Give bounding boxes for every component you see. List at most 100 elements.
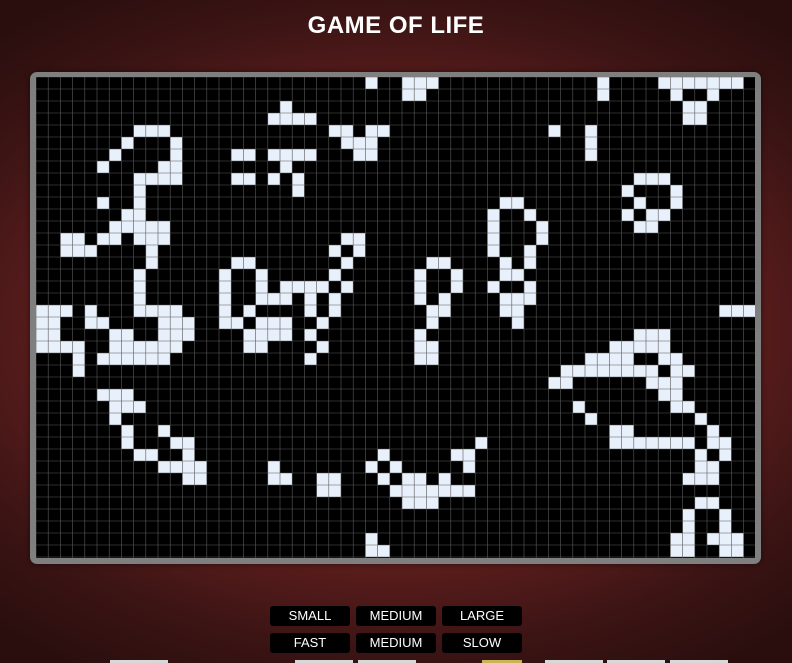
live-cell[interactable] bbox=[292, 185, 305, 197]
live-cell[interactable] bbox=[633, 173, 646, 185]
live-cell[interactable] bbox=[597, 365, 610, 377]
live-cell[interactable] bbox=[243, 329, 256, 341]
live-cell[interactable] bbox=[633, 341, 646, 353]
live-cell[interactable] bbox=[585, 149, 598, 161]
live-cell[interactable] bbox=[511, 305, 524, 317]
live-cell[interactable] bbox=[255, 293, 268, 305]
live-cell[interactable] bbox=[707, 497, 720, 509]
live-cell[interactable] bbox=[84, 305, 97, 317]
live-cell[interactable] bbox=[170, 305, 183, 317]
live-cell[interactable] bbox=[682, 113, 695, 125]
live-cell[interactable] bbox=[389, 461, 402, 473]
live-cell[interactable] bbox=[255, 329, 268, 341]
live-cell[interactable] bbox=[145, 449, 158, 461]
live-cell[interactable] bbox=[292, 173, 305, 185]
live-cell[interactable] bbox=[280, 149, 293, 161]
live-cell[interactable] bbox=[597, 77, 610, 89]
live-cell[interactable] bbox=[231, 257, 244, 269]
live-cell[interactable] bbox=[707, 473, 720, 485]
live-cell[interactable] bbox=[682, 509, 695, 521]
live-cell[interactable] bbox=[365, 461, 378, 473]
live-cell[interactable] bbox=[377, 473, 390, 485]
live-cell[interactable] bbox=[646, 437, 659, 449]
live-cell[interactable] bbox=[670, 197, 683, 209]
live-cell[interactable] bbox=[133, 173, 146, 185]
live-cell[interactable] bbox=[170, 341, 183, 353]
live-cell[interactable] bbox=[414, 269, 427, 281]
live-cell[interactable] bbox=[304, 305, 317, 317]
live-cell[interactable] bbox=[646, 365, 659, 377]
live-cell[interactable] bbox=[182, 317, 195, 329]
live-cell[interactable] bbox=[158, 173, 171, 185]
live-cell[interactable] bbox=[609, 425, 622, 437]
live-cell[interactable] bbox=[158, 317, 171, 329]
live-cell[interactable] bbox=[621, 425, 634, 437]
live-cell[interactable] bbox=[621, 185, 634, 197]
live-cell[interactable] bbox=[646, 377, 659, 389]
live-cell[interactable] bbox=[72, 353, 85, 365]
live-cell[interactable] bbox=[48, 341, 61, 353]
live-cell[interactable] bbox=[633, 437, 646, 449]
live-cell[interactable] bbox=[670, 77, 683, 89]
live-cell[interactable] bbox=[36, 305, 49, 317]
live-cell[interactable] bbox=[743, 305, 755, 317]
live-cell[interactable] bbox=[487, 245, 500, 257]
live-cell[interactable] bbox=[524, 245, 537, 257]
live-cell[interactable] bbox=[133, 305, 146, 317]
live-cell[interactable] bbox=[426, 353, 439, 365]
live-cell[interactable] bbox=[109, 401, 122, 413]
live-cell[interactable] bbox=[621, 437, 634, 449]
live-cell[interactable] bbox=[145, 125, 158, 137]
live-cell[interactable] bbox=[438, 485, 451, 497]
live-cell[interactable] bbox=[328, 269, 341, 281]
live-cell[interactable] bbox=[536, 221, 549, 233]
live-cell[interactable] bbox=[658, 341, 671, 353]
live-cell[interactable] bbox=[219, 317, 232, 329]
live-cell[interactable] bbox=[158, 305, 171, 317]
live-cell[interactable] bbox=[585, 365, 598, 377]
live-cell[interactable] bbox=[585, 353, 598, 365]
live-cell[interactable] bbox=[426, 485, 439, 497]
live-cell[interactable] bbox=[597, 89, 610, 101]
live-cell[interactable] bbox=[267, 461, 280, 473]
live-cell[interactable] bbox=[170, 317, 183, 329]
live-cell[interactable] bbox=[182, 473, 195, 485]
live-cell[interactable] bbox=[231, 173, 244, 185]
live-cell[interactable] bbox=[658, 437, 671, 449]
live-cell[interactable] bbox=[646, 221, 659, 233]
live-cell[interactable] bbox=[463, 461, 476, 473]
live-cell[interactable] bbox=[499, 257, 512, 269]
live-cell[interactable] bbox=[524, 257, 537, 269]
live-cell[interactable] bbox=[158, 221, 171, 233]
live-cell[interactable] bbox=[719, 449, 732, 461]
live-cell[interactable] bbox=[243, 257, 256, 269]
live-cell[interactable] bbox=[158, 341, 171, 353]
live-cell[interactable] bbox=[414, 77, 427, 89]
live-cell[interactable] bbox=[158, 461, 171, 473]
live-cell[interactable] bbox=[548, 377, 561, 389]
live-cell[interactable] bbox=[280, 161, 293, 173]
live-cell[interactable] bbox=[72, 365, 85, 377]
live-cell[interactable] bbox=[60, 305, 73, 317]
live-cell[interactable] bbox=[267, 317, 280, 329]
live-cell[interactable] bbox=[72, 341, 85, 353]
live-cell[interactable] bbox=[511, 269, 524, 281]
live-cell[interactable] bbox=[694, 449, 707, 461]
live-cell[interactable] bbox=[487, 233, 500, 245]
live-cell[interactable] bbox=[682, 437, 695, 449]
live-cell[interactable] bbox=[658, 353, 671, 365]
speed-fast-button[interactable]: FAST bbox=[270, 633, 350, 653]
live-cell[interactable] bbox=[316, 281, 329, 293]
live-cell[interactable] bbox=[377, 449, 390, 461]
live-cell[interactable] bbox=[292, 281, 305, 293]
live-cell[interactable] bbox=[72, 233, 85, 245]
live-cell[interactable] bbox=[511, 293, 524, 305]
live-cell[interactable] bbox=[328, 305, 341, 317]
live-cell[interactable] bbox=[109, 341, 122, 353]
live-cell[interactable] bbox=[328, 125, 341, 137]
live-cell[interactable] bbox=[377, 125, 390, 137]
live-cell[interactable] bbox=[194, 461, 207, 473]
live-cell[interactable] bbox=[145, 173, 158, 185]
live-cell[interactable] bbox=[670, 353, 683, 365]
live-cell[interactable] bbox=[682, 401, 695, 413]
